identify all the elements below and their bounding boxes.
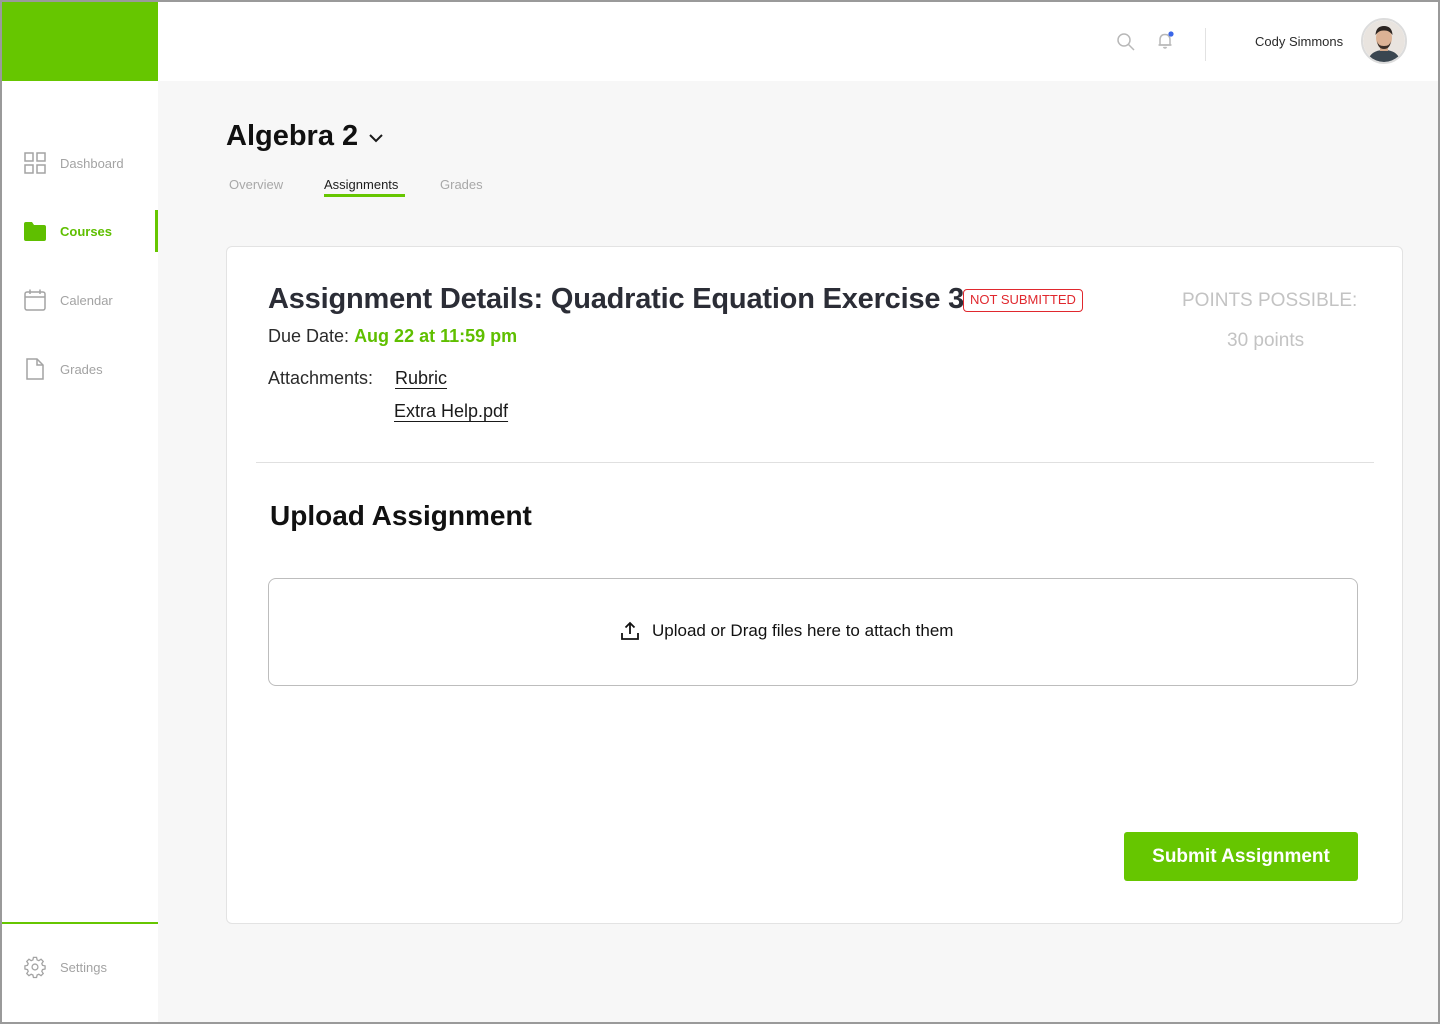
points-possible-value: 30 points [1227, 330, 1305, 351]
due-date-value: Aug 22 at 11:59 pm [354, 326, 518, 346]
course-title: Algebra 2 [226, 120, 359, 152]
sidebar-item-settings[interactable]: Settings [0, 946, 158, 988]
settings-label: Settings [60, 959, 107, 975]
top-bar: Cody Simmons [158, 0, 1440, 81]
tab-assignments[interactable]: Assignments [324, 177, 398, 192]
chevron-down-icon[interactable] [367, 131, 385, 145]
attachment-link-rubric[interactable]: Rubric [395, 368, 447, 389]
sidebar-divider [0, 922, 158, 924]
sidebar-item-dashboard[interactable]: Dashboard [0, 142, 158, 184]
active-tab-indicator [324, 194, 405, 197]
status-badge: NOT SUBMITTED [963, 289, 1083, 312]
assignment-title: Assignment Details: Quadratic Equation E… [268, 283, 965, 315]
upload-icon [620, 621, 640, 641]
dropzone-text: Upload or Drag files here to attach them [652, 621, 954, 640]
grid-icon [24, 152, 46, 174]
due-date: Due Date: Aug 22 at 11:59 pm [268, 326, 517, 347]
upload-dropzone[interactable]: Upload or Drag files here to attach them [268, 578, 1358, 686]
sidebar-item-label: Grades [60, 361, 103, 377]
card-divider [256, 462, 1374, 463]
submit-assignment-button[interactable]: Submit Assignment [1124, 832, 1358, 881]
sidebar-item-label: Calendar [60, 292, 113, 308]
attachments-label: Attachments: [268, 368, 374, 388]
search-icon[interactable] [1116, 32, 1136, 52]
attachment-link-extra-help[interactable]: Extra Help.pdf [394, 401, 508, 422]
sidebar-item-calendar[interactable]: Calendar [0, 279, 158, 321]
logo-block[interactable] [0, 0, 158, 81]
sidebar-item-label: Courses [60, 223, 113, 239]
sidebar-item-grades[interactable]: Grades [0, 348, 158, 390]
topbar-divider [1205, 28, 1206, 61]
sidebar-item-label: Dashboard [60, 155, 124, 171]
user-name[interactable]: Cody Simmons [1255, 34, 1343, 49]
calendar-icon [24, 289, 46, 311]
tab-overview[interactable]: Overview [229, 177, 283, 192]
due-date-label: Due Date: [268, 326, 350, 346]
upload-title: Upload Assignment [270, 500, 532, 531]
gear-icon [24, 956, 46, 979]
sidebar: Dashboard Courses Calendar Grades Settin… [0, 0, 158, 1024]
avatar[interactable] [1361, 18, 1407, 64]
sidebar-item-courses[interactable]: Courses [0, 210, 158, 252]
document-icon [24, 358, 46, 380]
bell-icon[interactable] [1156, 31, 1176, 51]
assignment-card: Assignment Details: Quadratic Equation E… [226, 246, 1403, 924]
folder-icon [24, 220, 46, 242]
tab-grades[interactable]: Grades [440, 177, 483, 192]
points-possible-label: POINTS POSSIBLE: [1182, 290, 1358, 311]
